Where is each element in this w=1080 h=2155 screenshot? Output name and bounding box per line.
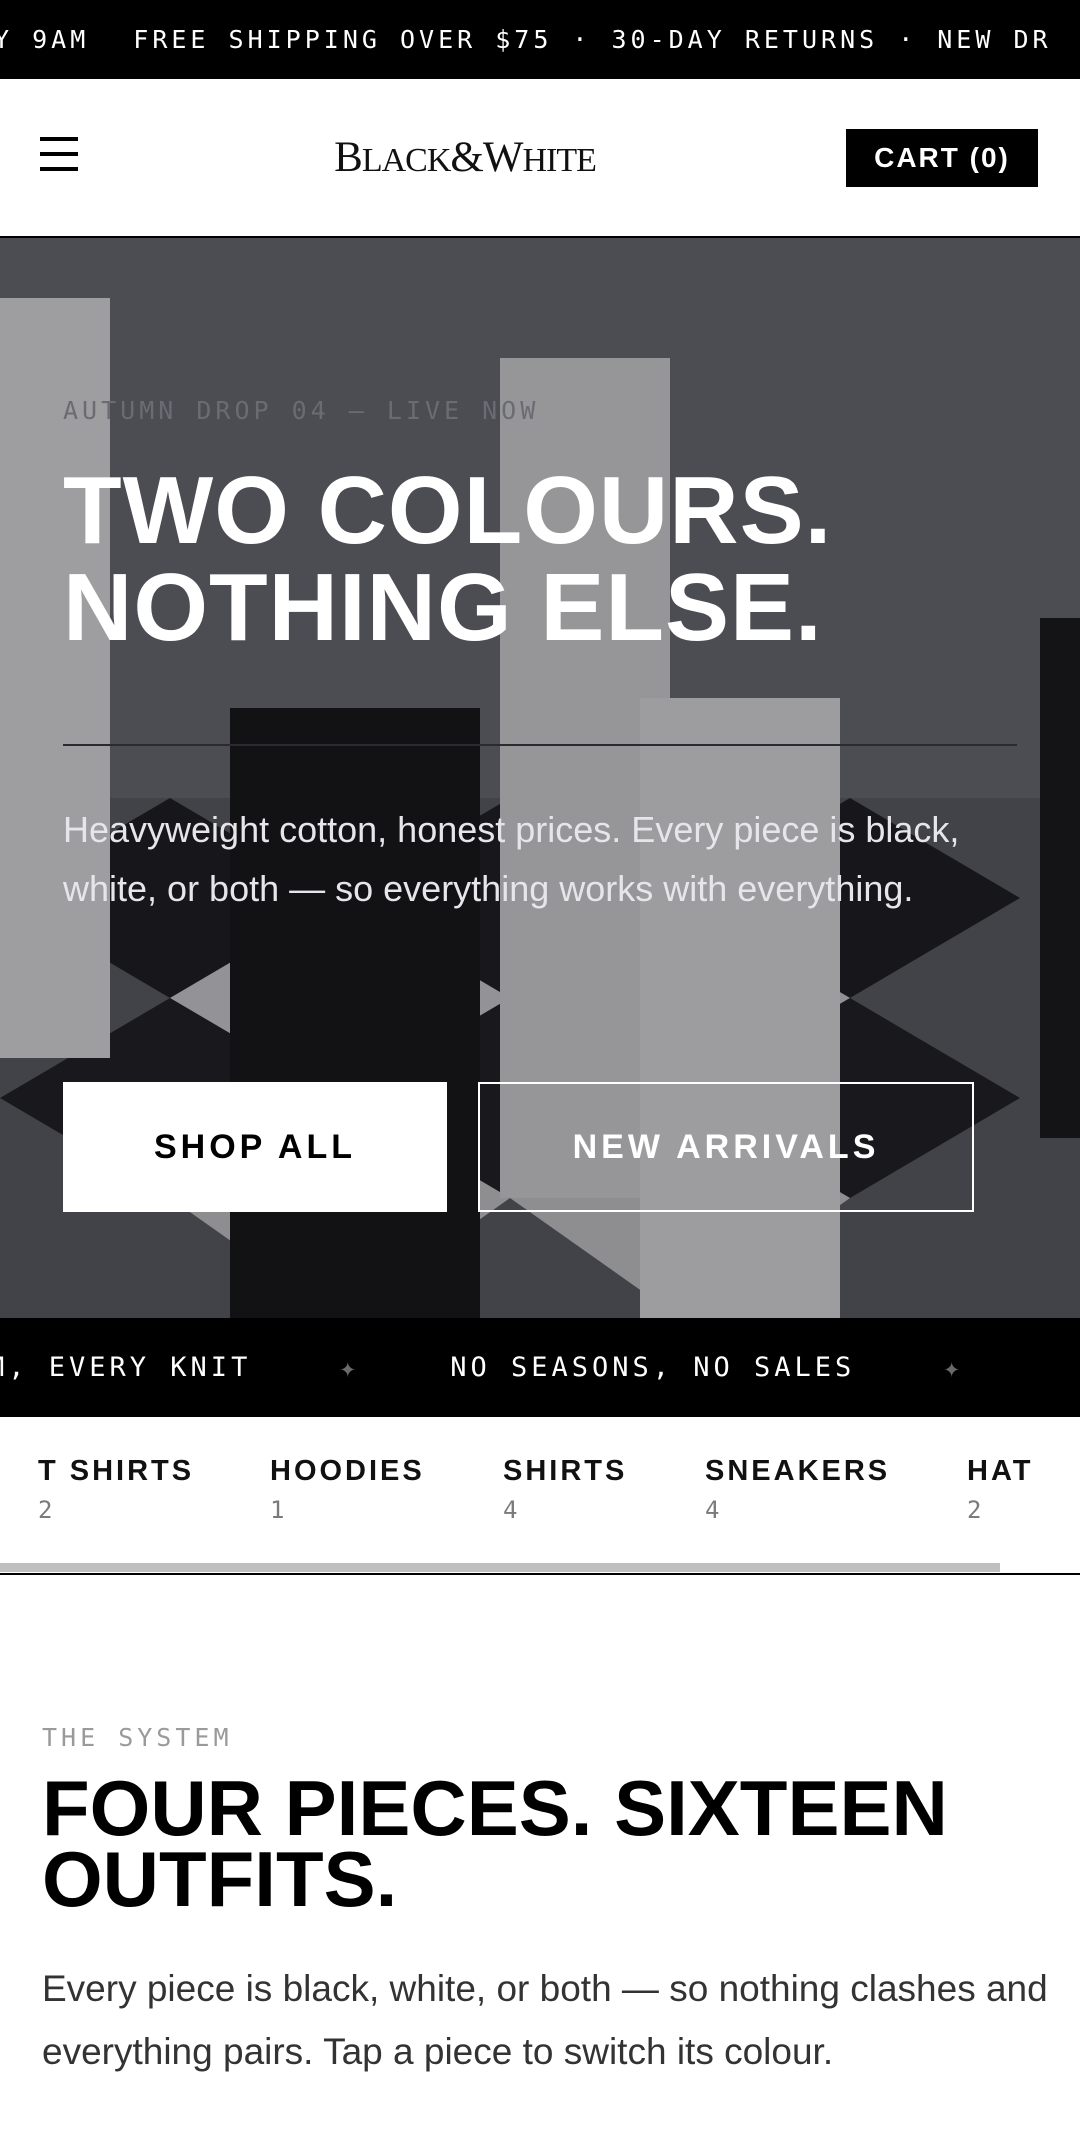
cart-button[interactable]: CART (0) <box>846 129 1038 187</box>
star-separator-icon: ✦ <box>339 1351 361 1384</box>
category-count: 2 <box>38 1496 53 1524</box>
logo-part: B <box>334 134 363 181</box>
divider <box>63 744 1017 746</box>
category-item-t-shirts[interactable]: T SHIRTS 2 <box>38 1455 194 1524</box>
hero-title-line: NOTHING ELSE. <box>63 554 823 661</box>
category-item-sneakers[interactable]: SNEAKERS 4 <box>705 1455 890 1524</box>
announcement-text: NEW DR <box>937 25 1052 54</box>
section-title: FOUR PIECES. SIXTEEN OUTFITS. <box>42 1764 948 1923</box>
horizontal-scrollbar[interactable] <box>0 1563 1000 1572</box>
category-label: HOODIES <box>270 1455 425 1487</box>
category-label: T SHIRTS <box>38 1455 195 1487</box>
shop-all-button[interactable]: SHOP ALL <box>63 1082 447 1212</box>
hero-eyebrow: AUTUMN DROP 04 — LIVE NOW <box>63 396 540 425</box>
category-count: 2 <box>967 1496 982 1524</box>
section-eyebrow: THE SYSTEM <box>42 1723 233 1752</box>
announcement-text: Y 9AM <box>0 25 90 54</box>
marquee-item: NO SEASONS, NO SALES <box>450 1352 856 1383</box>
category-item-shirts[interactable]: SHIRTS 4 <box>503 1455 627 1524</box>
hero-title-line: TWO COLOURS. <box>63 457 833 564</box>
logo-part: & <box>450 134 483 181</box>
section-description: Every piece is black, white, or both — s… <box>42 1968 1048 2072</box>
new-arrivals-button[interactable]: NEW ARRIVALS <box>478 1082 974 1212</box>
brand-logo[interactable]: BLACK&WHITE <box>0 133 930 182</box>
logo-part: LACK <box>361 142 452 179</box>
marquee-banner: M, EVERY KNIT ✦ NO SEASONS, NO SALES ✦ <box>0 1318 1080 1417</box>
category-count: 4 <box>705 1496 720 1524</box>
hero-title: TWO COLOURS. NOTHING ELSE. <box>63 462 1043 656</box>
category-label: SNEAKERS <box>705 1455 891 1487</box>
category-nav: T SHIRTS 2 HOODIES 1 SHIRTS 4 SNEAKERS 4… <box>0 1417 1080 1575</box>
logo-part: W <box>482 134 524 181</box>
announcement-bar: Y 9AM FREE SHIPPING OVER $75 · 30-DAY RE… <box>0 0 1080 79</box>
separator: · <box>898 25 918 54</box>
site-header: BLACK&WHITE CART (0) <box>0 79 1080 238</box>
category-count: 1 <box>270 1496 285 1524</box>
separator: · <box>572 25 592 54</box>
logo-part: HITE <box>522 142 596 179</box>
hero-section: AUTUMN DROP 04 — LIVE NOW TWO COLOURS. N… <box>0 238 1080 1318</box>
announcement-text: FREE SHIPPING OVER $75 <box>133 25 553 54</box>
category-count: 4 <box>503 1496 518 1524</box>
category-item-hat[interactable]: HAT 2 <box>967 1455 1033 1524</box>
marquee-item: M, EVERY KNIT <box>0 1352 252 1383</box>
system-section: THE SYSTEM FOUR PIECES. SIXTEEN OUTFITS.… <box>0 1575 1080 2155</box>
star-separator-icon: ✦ <box>943 1351 965 1384</box>
hero-description: Heavyweight cotton, honest prices. Every… <box>63 809 960 909</box>
category-label: SHIRTS <box>503 1455 628 1487</box>
announcement-text: 30-DAY RETURNS <box>611 25 879 54</box>
category-label: HAT <box>967 1455 1034 1487</box>
category-item-hoodies[interactable]: HOODIES 1 <box>270 1455 425 1524</box>
